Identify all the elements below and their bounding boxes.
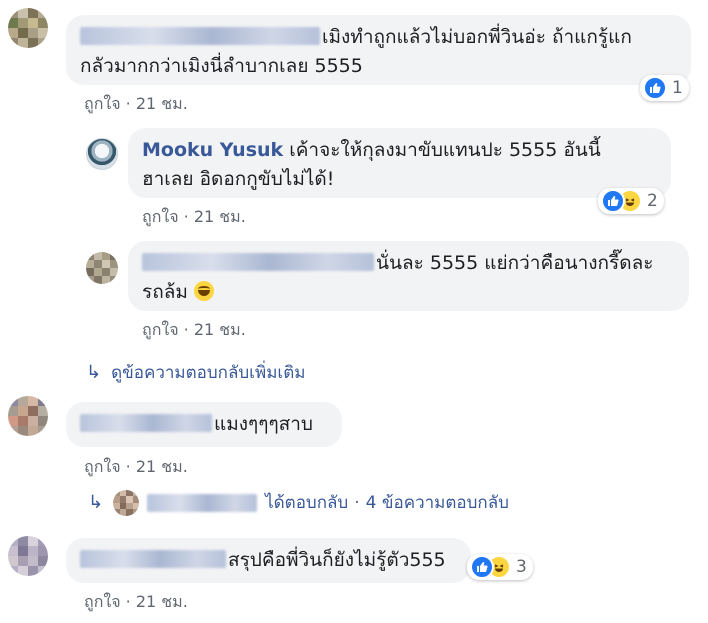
reply-author[interactable]: Mooku Yusuk xyxy=(142,139,283,161)
reply-avatar[interactable] xyxy=(86,138,118,170)
timestamp[interactable]: 21 ชม. xyxy=(136,457,188,476)
reply-arrow-icon: ↳ xyxy=(86,362,102,383)
separator-dot: · xyxy=(125,592,131,611)
reaction-summary[interactable]: 2 xyxy=(598,188,664,214)
comment-text: กลัวมากกว่าเมิงนี่ลำบากเลย 5555 xyxy=(80,55,363,77)
blurred-author-name[interactable] xyxy=(142,253,374,271)
reaction-summary[interactable]: 1 xyxy=(640,75,689,101)
separator-dot: · xyxy=(125,94,131,113)
reaction-count: 1 xyxy=(672,78,683,98)
reply-actions: ถูกใจ · 21 ชม. xyxy=(142,318,246,343)
commenter-avatar[interactable] xyxy=(8,536,48,576)
comment-bubble: เมิงทำถูกแล้วไม่บอกพี่วินอ่ะ ถ้าแกรู้แก … xyxy=(66,15,691,85)
like-reaction-icon xyxy=(643,76,667,100)
reaction-count: 2 xyxy=(647,191,658,211)
comment-actions: ถูกใจ · 21 ชม. xyxy=(84,455,188,480)
comment-bubble: แมงๆๆๆสาบ xyxy=(66,402,342,447)
reply-avatar[interactable] xyxy=(86,252,118,284)
blurred-author-name[interactable] xyxy=(80,550,226,568)
like-link[interactable]: ถูกใจ xyxy=(142,320,179,339)
commenter-avatar[interactable] xyxy=(8,396,48,436)
reply-avatar xyxy=(113,489,140,516)
reply-text: นั่นละ 5555 แย่กว่าคือนางกรี๊ดละ xyxy=(376,252,654,274)
timestamp[interactable]: 21 ชม. xyxy=(136,592,188,611)
like-link[interactable]: ถูกใจ xyxy=(84,94,121,113)
comment-actions: ถูกใจ · 21 ชม. xyxy=(84,92,188,117)
replies-summary-link[interactable]: ↳ ได้ตอบกลับ · 4 ข้อความตอบกลับ xyxy=(88,489,509,516)
commenter-avatar[interactable] xyxy=(8,8,48,48)
laughing-emoji-icon xyxy=(193,281,214,301)
reply-count-label: 4 ข้อความตอบกลับ xyxy=(365,493,509,513)
reply-bubble: นั่นละ 5555 แย่กว่าคือนางกรี๊ดละ รถล้ม xyxy=(128,241,689,311)
timestamp[interactable]: 21 ชม. xyxy=(136,94,188,113)
like-reaction-icon xyxy=(470,555,494,579)
blurred-author-name[interactable] xyxy=(80,414,212,432)
reaction-count: 3 xyxy=(516,557,527,577)
separator-dot: · xyxy=(183,207,189,226)
reply-arrow-icon: ↳ xyxy=(88,492,104,513)
like-reaction-icon xyxy=(601,189,625,213)
reply-bubble: Mooku Yusuk เค้าจะให้กุลงมาขับแทนปะ 5555… xyxy=(128,128,671,198)
reaction-summary[interactable]: 3 xyxy=(467,554,533,580)
comment-text: สรุปคือพี่วินก็ยังไม่รู้ตัว555 xyxy=(228,549,446,571)
view-more-replies-link[interactable]: ↳ ดูข้อความตอบกลับเพิ่มเติม xyxy=(86,359,305,386)
blurred-author-name xyxy=(147,493,258,512)
separator-dot: · xyxy=(354,492,360,513)
replied-label: ได้ตอบกลับ xyxy=(265,493,349,513)
blurred-author-name[interactable] xyxy=(80,27,320,45)
comment-actions: ถูกใจ · 21 ชม. xyxy=(84,590,188,615)
like-link[interactable]: ถูกใจ xyxy=(142,207,179,226)
separator-dot: · xyxy=(125,457,131,476)
reply-actions: ถูกใจ · 21 ชม. xyxy=(142,205,246,230)
like-link[interactable]: ถูกใจ xyxy=(84,592,121,611)
separator-dot: · xyxy=(183,320,189,339)
timestamp[interactable]: 21 ชม. xyxy=(194,207,246,226)
timestamp[interactable]: 21 ชม. xyxy=(194,320,246,339)
like-link[interactable]: ถูกใจ xyxy=(84,457,121,476)
comment-bubble: สรุปคือพี่วินก็ยังไม่รู้ตัว555 xyxy=(66,538,471,583)
reply-text: รถล้ม xyxy=(142,281,188,303)
reply-text: เค้าจะให้กุลงมาขับแทนปะ 5555 อันนี้ xyxy=(283,139,601,161)
reply-text: ฮาเลย อิดอกกูขับไม่ได้! xyxy=(142,168,335,190)
comment-text: เมิงทำถูกแล้วไม่บอกพี่วินอ่ะ ถ้าแกรู้แก xyxy=(322,26,632,48)
comment-text: แมงๆๆๆสาบ xyxy=(214,413,313,435)
view-more-replies-label: ดูข้อความตอบกลับเพิ่มเติม xyxy=(111,363,306,383)
